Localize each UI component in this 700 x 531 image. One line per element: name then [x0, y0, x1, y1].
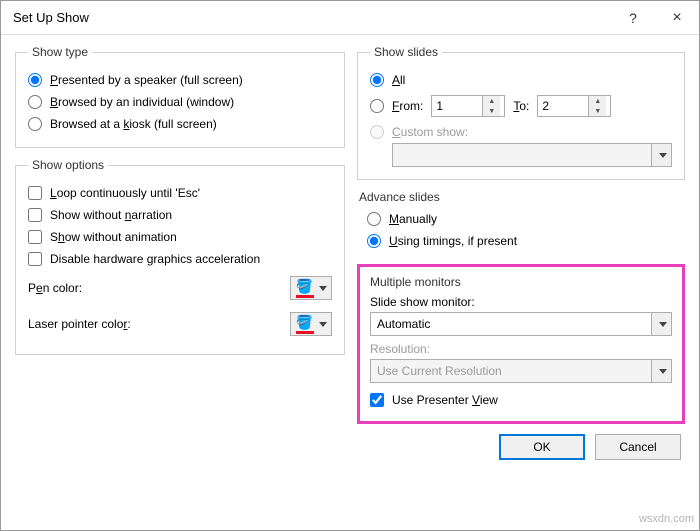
spinner-up-icon[interactable]: ▲ [483, 96, 500, 106]
check-disable-hw-accel-input[interactable] [28, 252, 42, 266]
cancel-button[interactable]: Cancel [595, 434, 681, 460]
check-loop-input[interactable] [28, 186, 42, 200]
radio-timings[interactable]: Using timings, if present [367, 230, 683, 252]
legend-show-options: Show options [28, 158, 108, 172]
label-to: To: [513, 99, 529, 113]
radio-browsed-individual[interactable]: Browsed by an individual (window) [28, 91, 332, 113]
radio-kiosk[interactable]: Browsed at a kiosk (full screen) [28, 113, 332, 135]
dialog-footer: OK Cancel [1, 424, 699, 472]
chevron-down-icon[interactable] [651, 313, 671, 335]
check-disable-hw-accel[interactable]: Disable hardware graphics acceleration [28, 248, 332, 270]
row-laser-color: Laser pointer color: 🪣 [28, 306, 332, 342]
check-loop[interactable]: Loop continuously until 'Esc' [28, 182, 332, 204]
pen-color-picker[interactable]: 🪣 [290, 276, 332, 300]
check-no-narration[interactable]: Show without narration [28, 204, 332, 226]
radio-presented[interactable]: Presented by a speaker (full screen) [28, 69, 332, 91]
label-resolution: Resolution: [370, 342, 672, 356]
check-presenter-view-input[interactable] [370, 393, 384, 407]
label-pen-color: Pen color: [28, 281, 82, 295]
spinner-from-input[interactable] [432, 97, 482, 115]
radio-manual[interactable]: Manually [367, 208, 683, 230]
close-button[interactable]: × [655, 1, 699, 34]
radio-all[interactable]: All [370, 69, 672, 91]
help-button[interactable]: ? [611, 1, 655, 34]
combo-custom-show [392, 143, 672, 167]
group-advance-slides: Advance slides Manually Using timings, i… [357, 190, 685, 258]
radio-all-input[interactable] [370, 73, 384, 87]
chevron-down-icon [319, 322, 327, 327]
ok-button[interactable]: OK [499, 434, 585, 460]
group-show-slides: Show slides All From: ▲▼ To: ▲▼ [357, 45, 685, 180]
spinner-to[interactable]: ▲▼ [537, 95, 611, 117]
radio-from-input[interactable] [370, 99, 384, 113]
label-monitor: Slide show monitor: [370, 295, 672, 309]
label-laser-color: Laser pointer color: [28, 317, 131, 331]
group-show-options: Show options Loop continuously until 'Es… [15, 158, 345, 355]
check-no-narration-input[interactable] [28, 208, 42, 222]
radio-presented-input[interactable] [28, 73, 42, 87]
group-show-type: Show type Presented by a speaker (full s… [15, 45, 345, 148]
chevron-down-icon [319, 286, 327, 291]
combo-monitor[interactable]: Automatic [370, 312, 672, 336]
spinner-from[interactable]: ▲▼ [431, 95, 505, 117]
check-no-animation-input[interactable] [28, 230, 42, 244]
legend-advance: Advance slides [359, 190, 440, 204]
dialog-body: Show type Presented by a speaker (full s… [1, 35, 699, 424]
combo-resolution: Use Current Resolution [370, 359, 672, 383]
check-no-animation[interactable]: Show without animation [28, 226, 332, 248]
legend-monitors: Multiple monitors [370, 275, 672, 289]
spinner-down-icon[interactable]: ▼ [589, 106, 606, 116]
spinner-to-input[interactable] [538, 97, 588, 115]
laser-color-picker[interactable]: 🪣 [290, 312, 332, 336]
radio-timings-input[interactable] [367, 234, 381, 248]
radio-custom-show: Custom show: [370, 121, 672, 143]
check-presenter-view[interactable]: Use Presenter View [370, 389, 672, 411]
radio-custom-show-input [370, 125, 384, 139]
legend-show-slides: Show slides [370, 45, 442, 59]
group-multiple-monitors: Multiple monitors Slide show monitor: Au… [357, 264, 685, 424]
spinner-up-icon[interactable]: ▲ [589, 96, 606, 106]
row-pen-color: Pen color: 🪣 [28, 270, 332, 306]
spinner-down-icon[interactable]: ▼ [483, 106, 500, 116]
radio-kiosk-input[interactable] [28, 117, 42, 131]
radio-manual-input[interactable] [367, 212, 381, 226]
legend-show-type: Show type [28, 45, 92, 59]
paint-bucket-icon: 🪣 [296, 279, 314, 298]
titlebar: Set Up Show ? × [1, 1, 699, 35]
chevron-down-icon [651, 360, 671, 382]
radio-browsed-individual-input[interactable] [28, 95, 42, 109]
watermark: wsxdn.com [639, 513, 694, 525]
dialog-title: Set Up Show [13, 10, 611, 25]
chevron-down-icon [651, 144, 671, 166]
paint-bucket-icon: 🪣 [296, 315, 314, 334]
radio-from[interactable]: From: [370, 99, 423, 113]
